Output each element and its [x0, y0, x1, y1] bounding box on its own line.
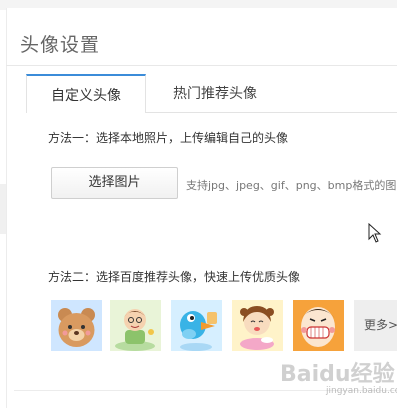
watermark-url: jingyan.baidu.com [326, 386, 397, 396]
title-divider [6, 65, 397, 66]
supported-formats-text: 支持jpg、jpeg、gif、png、bmp格式的图 [186, 179, 397, 192]
bird-avatar-icon[interactable] [171, 300, 222, 351]
more-avatars-button[interactable]: 更多> [354, 300, 397, 351]
svg-text:Baidu经验: Baidu经验 [280, 361, 395, 387]
bear-avatar-icon[interactable] [51, 300, 102, 351]
method-one-text: 方法一：选择本地照片，上传编辑自己的头像 [48, 131, 289, 145]
boy-avatar-icon[interactable] [110, 300, 161, 351]
page-title: 头像设置 [20, 34, 101, 56]
tab-popular-avatar[interactable]: 热门推荐头像 [160, 74, 270, 112]
tab-custom-avatar[interactable]: 自定义头像 [26, 74, 146, 113]
method-two-text: 方法二：选择百度推荐头像，快速上传优质头像 [48, 270, 301, 284]
choose-image-button[interactable]: 选择图片 [51, 167, 178, 199]
tab-bar: 自定义头像 热门推荐头像 [26, 74, 397, 113]
grin-avatar-icon[interactable] [293, 300, 344, 351]
girl-avatar-icon[interactable] [232, 300, 283, 351]
mouse-cursor-icon [368, 222, 382, 247]
